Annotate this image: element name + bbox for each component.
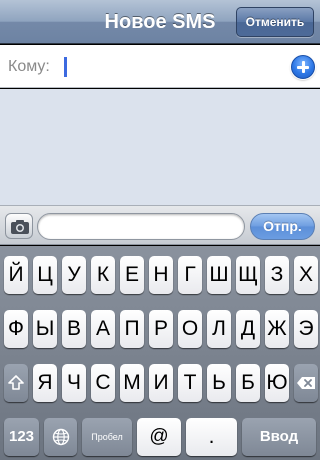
key[interactable]: Э xyxy=(294,310,318,348)
key[interactable]: Ф xyxy=(4,310,28,348)
at-key[interactable]: @ xyxy=(137,418,181,456)
message-thread-area xyxy=(0,89,320,205)
text-cursor xyxy=(64,57,67,77)
key[interactable]: С xyxy=(91,364,115,402)
numbers-key[interactable]: 123 xyxy=(4,418,39,456)
key[interactable]: Б xyxy=(236,364,260,402)
space-key[interactable]: Пробел xyxy=(82,418,132,456)
key[interactable]: Л xyxy=(207,310,231,348)
key[interactable]: Ь xyxy=(207,364,231,402)
key[interactable]: Г xyxy=(178,256,202,294)
camera-icon xyxy=(11,220,29,234)
add-contact-button[interactable] xyxy=(291,55,315,79)
period-key[interactable]: . xyxy=(186,418,237,456)
key[interactable]: Х xyxy=(294,256,318,294)
key[interactable]: Ю xyxy=(265,364,289,402)
compose-bar: Отпр. xyxy=(0,205,320,245)
message-input[interactable] xyxy=(37,213,245,240)
backspace-icon xyxy=(297,377,315,389)
navigation-bar: Новое SMS Отменить xyxy=(0,0,320,44)
key[interactable]: У xyxy=(62,256,86,294)
key[interactable]: Й xyxy=(4,256,28,294)
globe-icon xyxy=(52,428,69,446)
key[interactable]: Ч xyxy=(62,364,86,402)
key[interactable]: Е xyxy=(120,256,144,294)
cancel-button[interactable]: Отменить xyxy=(236,7,314,37)
key[interactable]: К xyxy=(91,256,115,294)
send-button[interactable]: Отпр. xyxy=(250,213,315,240)
keyboard: Й Ц У К Е Н Г Ш Щ З Х Ф Ы В А П Р О Л Д … xyxy=(0,246,320,460)
key[interactable]: Н xyxy=(149,256,173,294)
key[interactable]: З xyxy=(265,256,289,294)
key[interactable]: В xyxy=(62,310,86,348)
key[interactable]: П xyxy=(120,310,144,348)
recipient-row: Кому: xyxy=(0,45,320,88)
key[interactable]: Ц xyxy=(33,256,57,294)
key[interactable]: О xyxy=(178,310,202,348)
key[interactable]: Д xyxy=(236,310,260,348)
key[interactable]: Я xyxy=(33,364,57,402)
backspace-key[interactable] xyxy=(294,364,318,402)
key[interactable]: Т xyxy=(178,364,202,402)
globe-key[interactable] xyxy=(44,418,77,456)
recipient-label: Кому: xyxy=(8,58,50,75)
return-key[interactable]: Ввод xyxy=(242,418,316,456)
key[interactable]: Ш xyxy=(207,256,231,294)
key[interactable]: А xyxy=(91,310,115,348)
key[interactable]: И xyxy=(149,364,173,402)
camera-button[interactable] xyxy=(5,213,33,239)
key[interactable]: М xyxy=(120,364,144,402)
shift-icon xyxy=(8,375,24,390)
key[interactable]: Ж xyxy=(265,310,289,348)
key[interactable]: Ы xyxy=(33,310,57,348)
key[interactable]: Р xyxy=(149,310,173,348)
shift-key[interactable] xyxy=(4,364,28,402)
key[interactable]: Щ xyxy=(236,256,260,294)
